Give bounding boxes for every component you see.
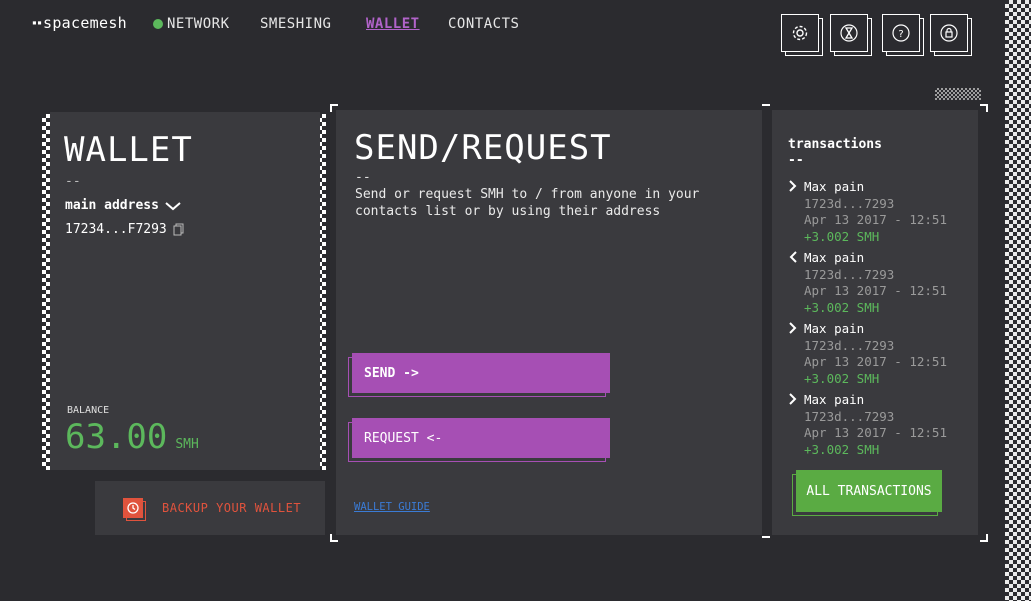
nav-contacts[interactable]: CONTACTS [448,16,519,32]
transaction-name: Max pain [804,250,865,265]
divider [765,104,767,540]
send-request-dash: -- [355,170,371,185]
transaction-date: Apr 13 2017 - 12:51 [804,212,947,227]
transaction-name: Max pain [804,179,865,194]
transaction-amount: +3.002 SMH [804,441,880,457]
transaction-amount: +3.002 SMH [804,370,880,386]
timer-button[interactable] [830,14,868,52]
transaction-name: Max pain [804,321,865,336]
copy-icon[interactable] [173,223,184,236]
outgoing-arrow-icon [789,322,797,334]
balance-label: BALANCE [67,405,110,416]
wallet-dash: -- [65,174,81,189]
wallet-address-row: 17234...F7293 [65,222,184,237]
wallet-guide-link[interactable]: WALLET GUIDE [354,501,430,513]
settings-button[interactable] [781,14,819,52]
backup-wallet-button[interactable]: BACKUP YOUR WALLET [95,481,325,535]
transaction-address: 1723d...7293 [804,337,895,353]
network-status-dot [153,19,163,29]
checker-decoration [1005,0,1031,601]
all-transactions-button[interactable]: ALL TRANSACTIONS [796,470,942,512]
wallet-title: WALLET [64,130,193,170]
corner-mark [330,104,338,112]
help-icon: ? [892,24,910,42]
transaction-amount: +3.002 SMH [804,299,880,315]
dots-decoration [935,88,981,100]
nav-smeshing[interactable]: SMESHING [260,16,331,32]
send-button[interactable]: SEND -> [352,353,610,393]
chevron-down-icon [165,201,181,210]
send-request-title: SEND/REQUEST [354,128,612,168]
help-button[interactable]: ? [882,14,920,52]
corner-mark [762,536,770,538]
outgoing-arrow-icon [789,180,797,192]
transaction-address: 1723d...7293 [804,195,895,211]
hourglass-icon [840,24,858,42]
transaction-date: Apr 13 2017 - 12:51 [804,283,947,298]
outgoing-arrow-icon [789,393,797,405]
lock-button[interactable] [930,14,968,52]
app-logo: ▪▪ spacemesh [32,14,127,32]
balance-value: 63.00 [65,417,168,457]
gear-icon [792,25,808,41]
transaction-name: Max pain [804,392,865,407]
balance-unit: SMH [175,437,199,452]
logo-mark: ▪▪ [32,18,43,27]
wallet-left-border [42,114,50,470]
nav-wallet[interactable]: WALLET [366,16,420,32]
backup-icon [123,498,143,518]
corner-mark [330,534,338,542]
lock-icon [940,24,958,42]
transaction-item[interactable]: Max pain 1723d...7293 Apr 13 2017 - 12:5… [788,250,947,316]
transaction-item[interactable]: Max pain 1723d...7293 Apr 13 2017 - 12:5… [788,321,947,387]
transaction-date: Apr 13 2017 - 12:51 [804,425,947,440]
transaction-amount: +3.002 SMH [804,228,880,244]
balance: 63.00 SMH [65,417,199,457]
incoming-arrow-icon [789,251,797,263]
transaction-item[interactable]: Max pain 1723d...7293 Apr 13 2017 - 12:5… [788,392,947,458]
nav-network[interactable]: NETWORK [153,16,230,32]
logo-text: spacemesh [43,14,127,32]
request-button[interactable]: REQUEST <- [352,418,610,458]
svg-text:?: ? [898,29,903,40]
corner-mark [980,534,988,542]
corner-mark [980,104,988,112]
wallet-address: 17234...F7293 [65,222,167,237]
transactions-panel: transactions -- Max pain 1723d...7293 Ap… [772,110,978,535]
transaction-address: 1723d...7293 [804,266,895,282]
send-request-panel: SEND/REQUEST -- Send or request SMH to /… [336,110,762,535]
nav-network-label: NETWORK [167,16,230,32]
transactions-title: transactions [788,137,882,152]
account-selector[interactable]: main address [65,198,181,213]
backup-label: BACKUP YOUR WALLET [162,501,302,515]
wallet-panel: WALLET -- main address 17234...F7293 BAL… [50,112,320,470]
account-label: main address [65,198,159,213]
transaction-address: 1723d...7293 [804,408,895,424]
transaction-date: Apr 13 2017 - 12:51 [804,354,947,369]
transactions-dash: -- [788,153,804,168]
transaction-item[interactable]: Max pain 1723d...7293 Apr 13 2017 - 12:5… [788,179,947,245]
send-request-description: Send or request SMH to / from anyone in … [355,187,700,219]
